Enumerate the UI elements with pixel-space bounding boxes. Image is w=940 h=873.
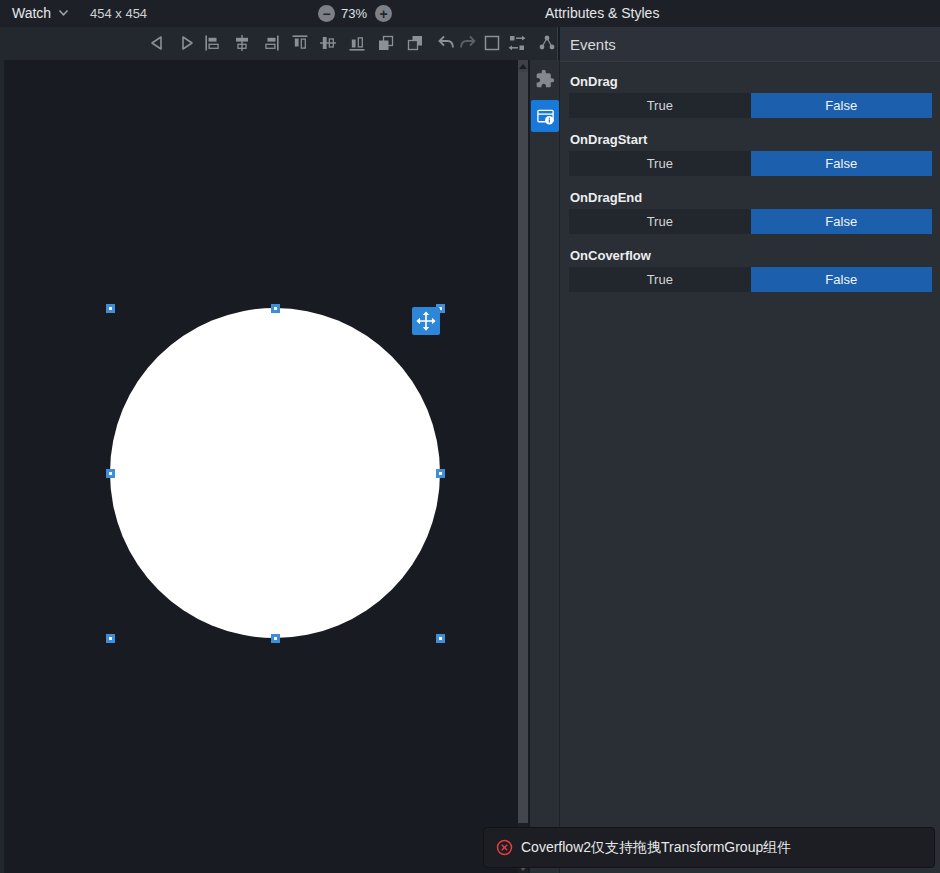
- resize-handle-sw[interactable]: [106, 634, 115, 643]
- events-section-title: Events: [570, 36, 616, 53]
- canvas-gutter: [0, 60, 4, 873]
- error-icon: [496, 839, 513, 856]
- align-top-icon[interactable]: [289, 32, 311, 54]
- ondrag-false-button[interactable]: False: [751, 93, 933, 118]
- event-toggle-ondrag: True False: [569, 93, 932, 118]
- zoom-in-button[interactable]: +: [375, 5, 392, 22]
- event-toggle-ondragstart: True False: [569, 151, 932, 176]
- group-icon[interactable]: [536, 32, 558, 54]
- align-right-icon[interactable]: [260, 32, 282, 54]
- ondrag-true-button[interactable]: True: [569, 93, 751, 118]
- zoom-out-button[interactable]: −: [318, 5, 335, 22]
- resize-handle-s[interactable]: [271, 634, 280, 643]
- bring-forward-icon[interactable]: [375, 32, 397, 54]
- oncoverflow-true-button[interactable]: True: [569, 267, 751, 292]
- oncoverflow-false-button[interactable]: False: [751, 267, 933, 292]
- canvas-dimensions: 454 x 454: [90, 6, 147, 21]
- transform-icon[interactable]: [506, 32, 528, 54]
- events-section-header: Events: [560, 27, 940, 62]
- align-bottom-icon[interactable]: [346, 32, 368, 54]
- chevron-down-icon[interactable]: [58, 9, 69, 17]
- frame-icon[interactable]: [481, 32, 503, 54]
- scrollbar-up-arrow[interactable]: [518, 60, 528, 72]
- event-toggle-ondragend: True False: [569, 209, 932, 234]
- undo-icon[interactable]: [435, 32, 457, 54]
- send-backward-icon[interactable]: [404, 32, 426, 54]
- move-tool-button[interactable]: [412, 307, 440, 335]
- ondragstart-false-button[interactable]: False: [751, 151, 933, 176]
- resize-handle-n[interactable]: [271, 304, 280, 313]
- panel-title: Attributes & Styles: [545, 5, 659, 21]
- device-selector[interactable]: Watch: [12, 5, 51, 21]
- plugins-icon[interactable]: [534, 68, 556, 90]
- align-center-horizontal-icon[interactable]: [231, 32, 253, 54]
- event-label-ondragend: OnDragEnd: [570, 190, 642, 205]
- align-middle-vertical-icon[interactable]: [317, 32, 339, 54]
- scrollbar-thumb[interactable]: [518, 72, 528, 823]
- resize-handle-nw[interactable]: [106, 304, 115, 313]
- design-canvas[interactable]: [0, 60, 530, 873]
- toast-message: Coverflow2仅支持拖拽TransformGroup组件: [521, 839, 791, 857]
- ondragstart-true-button[interactable]: True: [569, 151, 751, 176]
- canvas-vertical-scrollbar[interactable]: [518, 60, 528, 873]
- attributes-panel-button[interactable]: [531, 100, 559, 132]
- error-toast: Coverflow2仅支持拖拽TransformGroup组件: [483, 827, 935, 868]
- resize-handle-se[interactable]: [436, 634, 445, 643]
- resize-handle-w[interactable]: [106, 469, 115, 478]
- redo-icon[interactable]: [457, 32, 479, 54]
- next-icon[interactable]: [176, 32, 198, 54]
- align-left-icon[interactable]: [202, 32, 224, 54]
- attributes-styles-panel: Events OnDrag True False OnDragStart Tru…: [560, 27, 940, 873]
- zoom-level: 73%: [341, 6, 367, 21]
- event-label-ondragstart: OnDragStart: [570, 132, 647, 147]
- selected-circle-shape[interactable]: [110, 308, 440, 638]
- right-sidebar-strip: [530, 60, 560, 873]
- prev-icon[interactable]: [146, 32, 168, 54]
- event-toggle-oncoverflow: True False: [569, 267, 932, 292]
- event-label-oncoverflow: OnCoverflow: [570, 248, 651, 263]
- canvas-toolbar: [0, 27, 558, 60]
- ondragend-true-button[interactable]: True: [569, 209, 751, 234]
- resize-handle-e[interactable]: [436, 469, 445, 478]
- event-label-ondrag: OnDrag: [570, 74, 618, 89]
- top-bar: Watch 454 x 454 − 73% + Attributes & Sty…: [0, 0, 940, 27]
- ondragend-false-button[interactable]: False: [751, 209, 933, 234]
